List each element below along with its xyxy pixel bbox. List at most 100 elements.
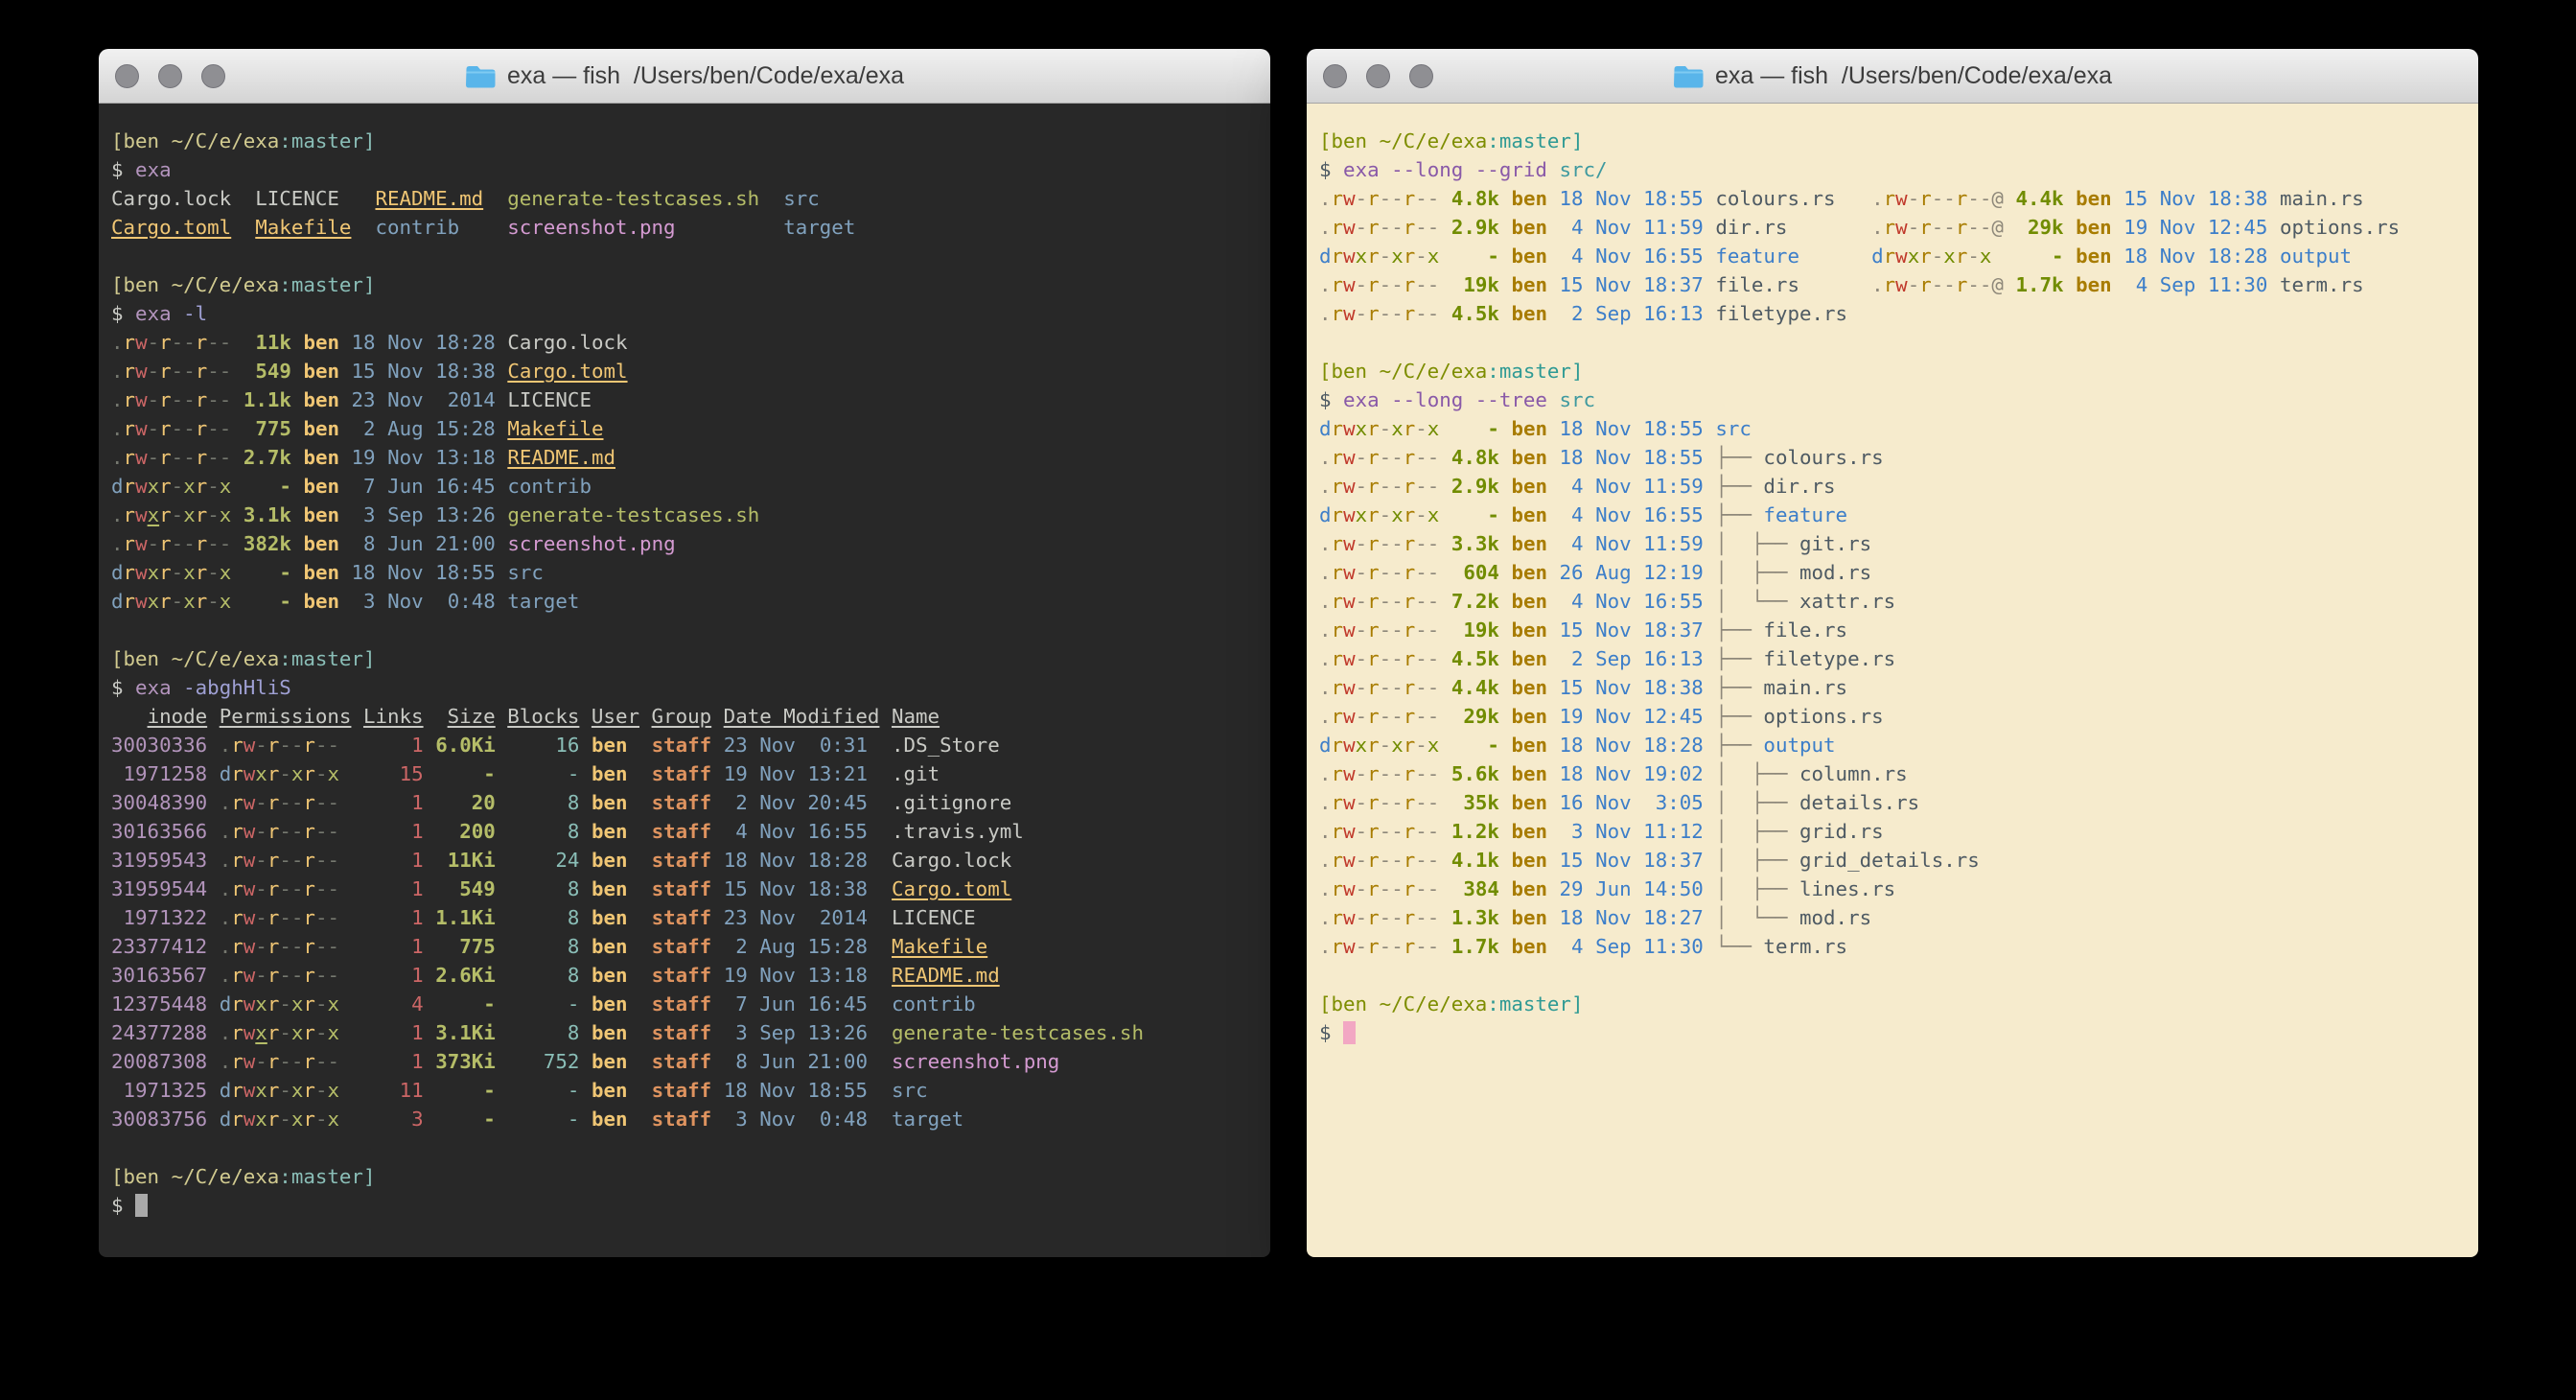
perm-char: x — [291, 992, 304, 1015]
perm-char: x — [291, 1079, 304, 1102]
perm-char: - — [1415, 475, 1427, 498]
perm-char: - — [1380, 849, 1392, 872]
perm-char: w — [244, 992, 256, 1015]
text-segment — [1704, 906, 1716, 929]
perm-char: w — [135, 475, 148, 498]
perm-char: r — [1367, 849, 1380, 872]
close-button[interactable] — [1323, 64, 1347, 88]
text-segment: lines.rs — [1799, 877, 1895, 900]
perm-char: x — [183, 561, 196, 584]
text-segment — [207, 791, 220, 814]
perm-char: r — [303, 992, 315, 1015]
text-segment: ben — [1499, 676, 1547, 699]
perm-char: - — [1415, 273, 1427, 296]
perm-char: r — [1332, 446, 1344, 469]
perm-char: - — [172, 446, 184, 469]
perm-char: - — [1391, 877, 1404, 900]
perm-char: x — [148, 561, 160, 584]
terminal-line — [1319, 328, 2478, 357]
perm-char: - — [148, 360, 160, 383]
titlebar[interactable]: exa — fish /Users/ben/Code/exa/exa — [1307, 49, 2478, 104]
text-segment: 4 Nov 16:55 — [711, 820, 868, 843]
text-segment: grid.rs — [1799, 820, 1884, 843]
perm-char: r — [1367, 734, 1380, 757]
text-segment: Makefile — [507, 417, 603, 440]
perm-char: - — [1967, 273, 1980, 296]
perm-char: - — [315, 1079, 328, 1102]
text-segment: 2 Aug 15:28 — [339, 417, 496, 440]
perm-char: . — [220, 849, 232, 872]
terminal-window-dark[interactable]: exa — fish /Users/ben/Code/exa/exa [ben … — [99, 49, 1270, 1257]
text-segment: staff — [628, 992, 712, 1015]
zoom-button[interactable] — [1409, 64, 1433, 88]
text-segment: 384 — [1439, 877, 1499, 900]
text-segment: ben — [291, 331, 339, 354]
perm-char: x — [1427, 734, 1440, 757]
titlebar[interactable]: exa — fish /Users/ben/Code/exa/exa — [99, 49, 1270, 104]
perm-char: - — [207, 561, 220, 584]
perm-char: d — [220, 992, 232, 1015]
perm-char: . — [1319, 820, 1332, 843]
text-segment: $ — [111, 676, 135, 699]
zoom-button[interactable] — [201, 64, 225, 88]
perm-char: - — [279, 935, 291, 958]
text-segment: 29 Jun 14:50 — [1547, 877, 1704, 900]
perm-char: r — [1367, 245, 1380, 268]
minimize-button[interactable] — [1366, 64, 1390, 88]
perm-char: - — [1380, 532, 1392, 555]
text-segment — [1799, 273, 1871, 296]
text-segment: ben — [291, 446, 339, 469]
text-segment: 775 — [231, 417, 291, 440]
text-segment: 3 — [339, 1108, 424, 1131]
text-segment: ben — [1499, 475, 1547, 498]
perm-char: d — [111, 475, 124, 498]
minimize-button[interactable] — [158, 64, 182, 88]
terminal-content[interactable]: [ben ~/C/e/exa:master]$ exaCargo.lock LI… — [99, 104, 1270, 1257]
perm-char: w — [1343, 475, 1356, 498]
perm-char: r — [124, 417, 136, 440]
text-segment: LICENCE — [507, 388, 592, 411]
perm-char: x — [327, 1079, 339, 1102]
text-segment — [1704, 216, 1716, 239]
perm-char: r — [1332, 877, 1344, 900]
text-segment: 3 Nov 0:48 — [339, 590, 496, 613]
text-segment: file.rs — [1715, 273, 1799, 296]
perm-char: - — [1356, 676, 1368, 699]
text-segment: 8 Jun 21:00 — [339, 532, 496, 555]
text-segment — [424, 705, 448, 728]
perm-char: - — [207, 475, 220, 498]
perm-char: . — [111, 388, 124, 411]
perm-char: x — [220, 590, 232, 613]
text-segment: 19k — [1439, 273, 1499, 296]
text-segment: - — [496, 1079, 580, 1102]
text-segment: ben — [2064, 216, 2112, 239]
text-segment: 4 — [339, 992, 424, 1015]
perm-char: r — [1404, 245, 1416, 268]
terminal-line: .rw-r--r-- 2.9k ben 4 Nov 11:59 ├── dir.… — [1319, 472, 2478, 501]
terminal-content[interactable]: [ben ~/C/e/exa:master]$ exa --long --gri… — [1307, 104, 2478, 1257]
text-segment: 20 — [424, 791, 496, 814]
terminal-line — [111, 242, 1270, 270]
perm-char: . — [220, 820, 232, 843]
perm-char: - — [183, 360, 196, 383]
perm-char: - — [315, 1021, 328, 1044]
text-segment: ben — [579, 762, 627, 785]
close-button[interactable] — [115, 64, 139, 88]
perm-char: x — [1908, 245, 1920, 268]
terminal-line: drwxr-xr-x - ben 18 Nov 18:28 ├── output — [1319, 731, 2478, 759]
perm-char: - — [1967, 216, 1980, 239]
perm-char: w — [1343, 590, 1356, 613]
perm-char: - — [1380, 647, 1392, 670]
text-segment: 1 — [339, 877, 424, 900]
perm-char: - — [220, 331, 232, 354]
perm-char: r — [1367, 791, 1380, 814]
terminal-window-light[interactable]: exa — fish /Users/ben/Code/exa/exa [ben … — [1307, 49, 2478, 1257]
perm-char: x — [148, 590, 160, 613]
text-segment — [351, 705, 363, 728]
text-segment: ben — [579, 1021, 627, 1044]
text-segment: staff — [628, 762, 712, 785]
terminal-line: $ — [1319, 1018, 2478, 1047]
text-segment: │ ├── — [1715, 849, 1799, 872]
perm-char: r — [1367, 532, 1380, 555]
terminal-line: 31959543 .rw-r--r-- 1 11Ki 24 ben staff … — [111, 846, 1270, 875]
